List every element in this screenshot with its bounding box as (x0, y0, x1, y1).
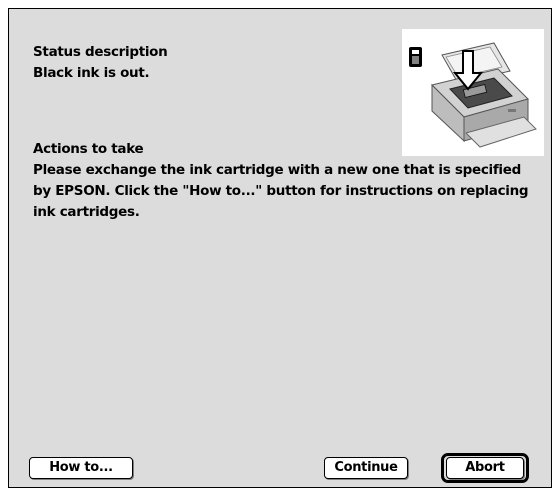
abort-button[interactable]: Abort (446, 457, 524, 479)
continue-button[interactable]: Continue (324, 457, 408, 479)
actions-line-3: ink cartridges. (33, 204, 140, 220)
printer-icon (431, 42, 537, 148)
actions-heading: Actions to take (33, 141, 144, 157)
status-message: Black ink is out. (33, 65, 150, 81)
status-description: Status description Black ink is out. (33, 42, 168, 84)
actions-line-2: by EPSON. Click the "How to..." button f… (33, 183, 529, 199)
actions-line-1: Please exchange the ink cartridge with a… (33, 162, 521, 178)
status-dialog: Status description Black ink is out. Act… (8, 8, 552, 488)
status-heading: Status description (33, 44, 168, 60)
actions-description: Actions to take Please exchange the ink … (33, 139, 529, 223)
cartridge-icon (409, 47, 422, 67)
how-to-button[interactable]: How to... (29, 457, 133, 479)
printer-ink-cartridge-icon (402, 29, 544, 156)
